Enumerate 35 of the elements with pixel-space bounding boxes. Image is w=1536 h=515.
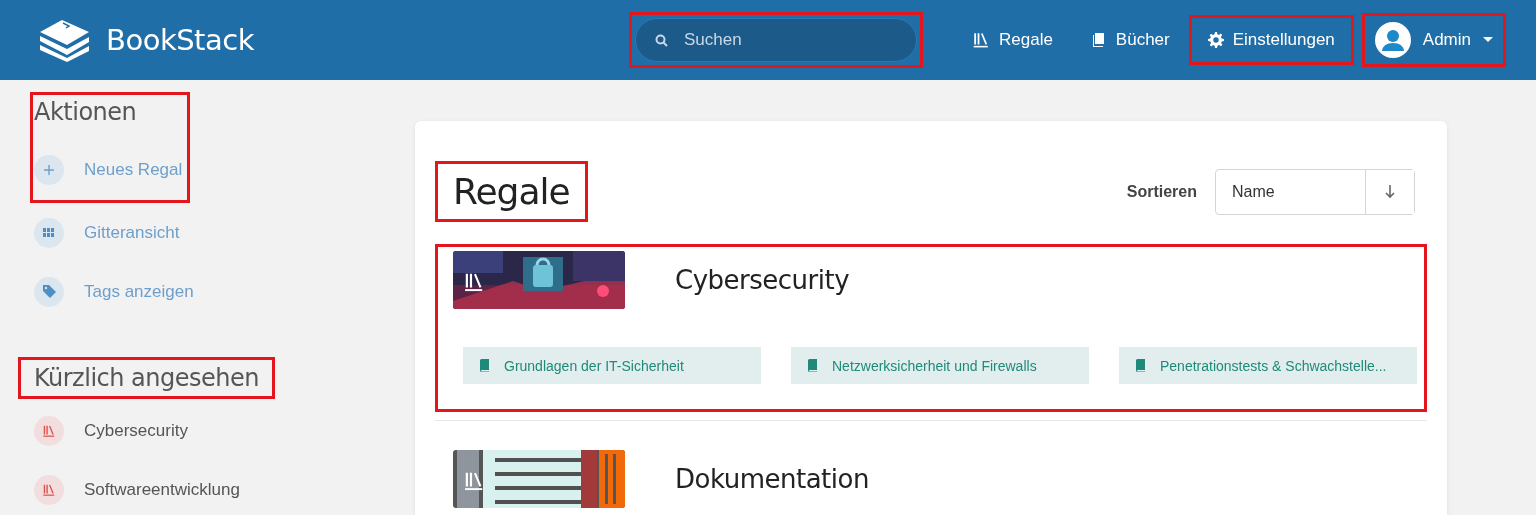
settings-icon <box>1207 32 1224 48</box>
app-name: BookStack <box>106 23 254 57</box>
section-heading: Aktionen <box>34 98 138 126</box>
arrow-down-icon <box>1385 184 1395 199</box>
book-stack-icon <box>38 18 92 62</box>
user-menu[interactable]: Admin <box>1366 18 1501 62</box>
app-logo[interactable]: BookStack <box>38 18 254 62</box>
search-field[interactable]: Suchen <box>635 18 917 62</box>
book-link[interactable]: Penetrationstests & Schwachstelle... <box>1119 347 1417 384</box>
tag-icon <box>41 284 57 299</box>
plus-icon <box>43 163 55 176</box>
book-icon <box>479 359 490 372</box>
section-heading: Kürzlich angesehen <box>34 364 259 392</box>
books-icon <box>1090 32 1107 48</box>
shelf-icon <box>972 31 990 49</box>
search-icon <box>655 34 668 47</box>
shelf-icon <box>42 423 56 438</box>
caret-icon <box>1483 37 1493 43</box>
shelf-icon <box>42 482 56 497</box>
nav-link[interactable]: Einstellungen <box>1193 20 1349 60</box>
nav-link[interactable]: Regale <box>958 20 1067 60</box>
book-link[interactable]: Netzwerksicherheit und Firewalls <box>791 347 1089 384</box>
sidebar-link[interactable]: Softwareentwicklung <box>34 460 380 515</box>
page-title: Regale <box>453 171 570 212</box>
nav-link[interactable]: Bücher <box>1076 20 1184 60</box>
sort-label: Sortieren <box>1126 182 1197 201</box>
book-icon <box>1135 359 1146 372</box>
grid-icon <box>43 227 55 238</box>
shelf-title[interactable]: Dokumentation <box>675 464 869 494</box>
shelf-title[interactable]: Cybersecurity <box>675 265 850 295</box>
shelf-icon <box>463 271 485 293</box>
shelf-icon <box>463 470 485 492</box>
sidebar-link[interactable]: Cybersecurity <box>34 401 380 460</box>
book-icon <box>807 359 818 372</box>
book-link[interactable]: Grundlagen der IT-Sicherheit <box>463 347 761 384</box>
